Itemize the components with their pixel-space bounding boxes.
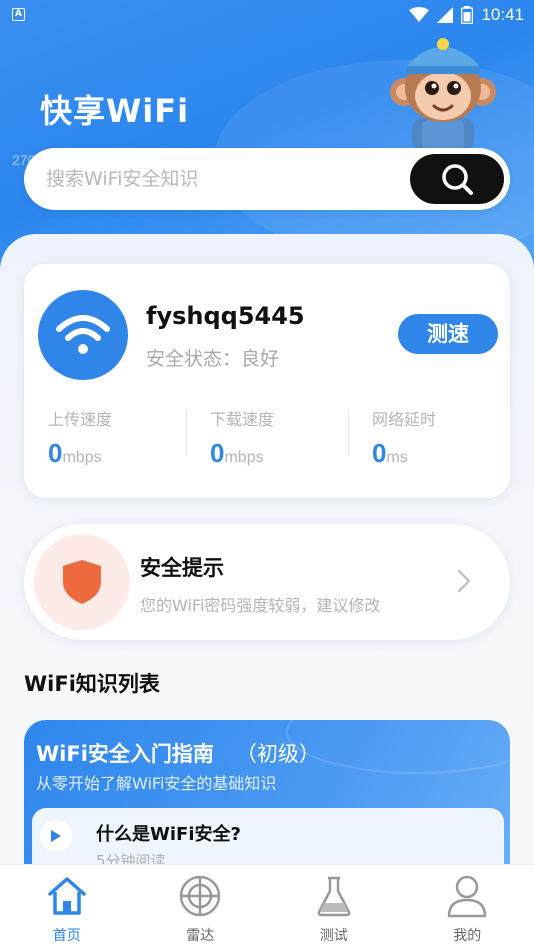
radar-icon [180, 875, 221, 917]
tip-icon-wrap [34, 534, 130, 630]
shield-icon [63, 560, 101, 604]
stat-unit: mbps [62, 449, 102, 466]
nav-item-radar[interactable]: 雷达 [134, 865, 268, 950]
stat-value: 0 [210, 438, 225, 468]
user-icon [448, 875, 487, 918]
guide-level: （初级） [235, 742, 320, 766]
guide-title: WiFi安全入门指南 （初级） [36, 738, 320, 768]
play-button[interactable] [40, 820, 72, 852]
stat-value: 0 [48, 438, 63, 468]
guide-subtitle: 从零开始了解WiFi安全的基础知识 [36, 774, 277, 793]
monkey-mascot-icon [390, 38, 496, 150]
search-button[interactable] [410, 154, 504, 204]
stat-label: 上传速度 [48, 410, 113, 429]
nav-label: 首页 [52, 928, 81, 944]
chevron-right-icon [457, 569, 471, 593]
app-indicator-icon: A [12, 8, 25, 21]
wifi-info-card: fyshqq5445 安全状态：良好 测速 上传速度 0mbps 下载速度 0m… [24, 264, 510, 498]
search-input[interactable] [46, 166, 406, 192]
flask-icon [317, 876, 351, 917]
nav-item-test[interactable]: 测试 [267, 865, 401, 950]
stat-unit: mbps [224, 449, 264, 466]
nav-item-profile[interactable]: 我的 [401, 865, 534, 950]
stat-label: 下载速度 [210, 410, 275, 429]
lesson-title: 什么是WiFi安全? [96, 824, 241, 845]
nav-label: 测试 [319, 928, 348, 944]
search-icon [442, 164, 473, 195]
security-status: 安全状态：良好 [146, 348, 280, 370]
status-icons: 10:41 [409, 5, 524, 25]
play-icon [51, 830, 61, 842]
guide-title-text: WiFi安全入门指南 [36, 742, 214, 766]
speed-test-button[interactable]: 测速 [398, 314, 498, 354]
bottom-nav: 首页 雷达 测试 我的 [0, 864, 534, 950]
battery-icon [461, 6, 474, 24]
wifi-signal-icon [409, 7, 430, 22]
status-bar: A 10:41 [0, 0, 534, 30]
stat-latency: 网络延时 0ms [348, 404, 510, 468]
stat-unit: ms [386, 449, 408, 466]
tip-title: 安全提示 [140, 556, 224, 580]
section-title: WiFi知识列表 [24, 672, 160, 696]
tip-description: 您的WiFi密码强度较弱，建议修改 [140, 596, 381, 615]
stat-label: 网络延时 [372, 410, 437, 429]
app-title: 快享WiFi [40, 92, 190, 130]
nav-label: 我的 [453, 928, 482, 944]
search-bar [24, 148, 510, 210]
speed-stats: 上传速度 0mbps 下载速度 0mbps 网络延时 0ms [24, 404, 510, 468]
wifi-ssid: fyshqq5445 [146, 302, 305, 330]
cell-signal-icon [437, 7, 454, 23]
home-icon [48, 877, 86, 915]
nav-item-home[interactable]: 首页 [0, 865, 134, 950]
nav-label: 雷达 [186, 928, 215, 944]
wifi-icon [56, 315, 110, 354]
stat-value: 0 [372, 438, 387, 468]
wifi-status-badge [38, 290, 128, 380]
stat-upload: 上传速度 0mbps [24, 404, 186, 468]
stat-download: 下载速度 0mbps [186, 404, 348, 468]
status-time: 10:41 [481, 5, 524, 24]
security-tip-card[interactable]: 安全提示 您的WiFi密码强度较弱，建议修改 [24, 524, 510, 640]
